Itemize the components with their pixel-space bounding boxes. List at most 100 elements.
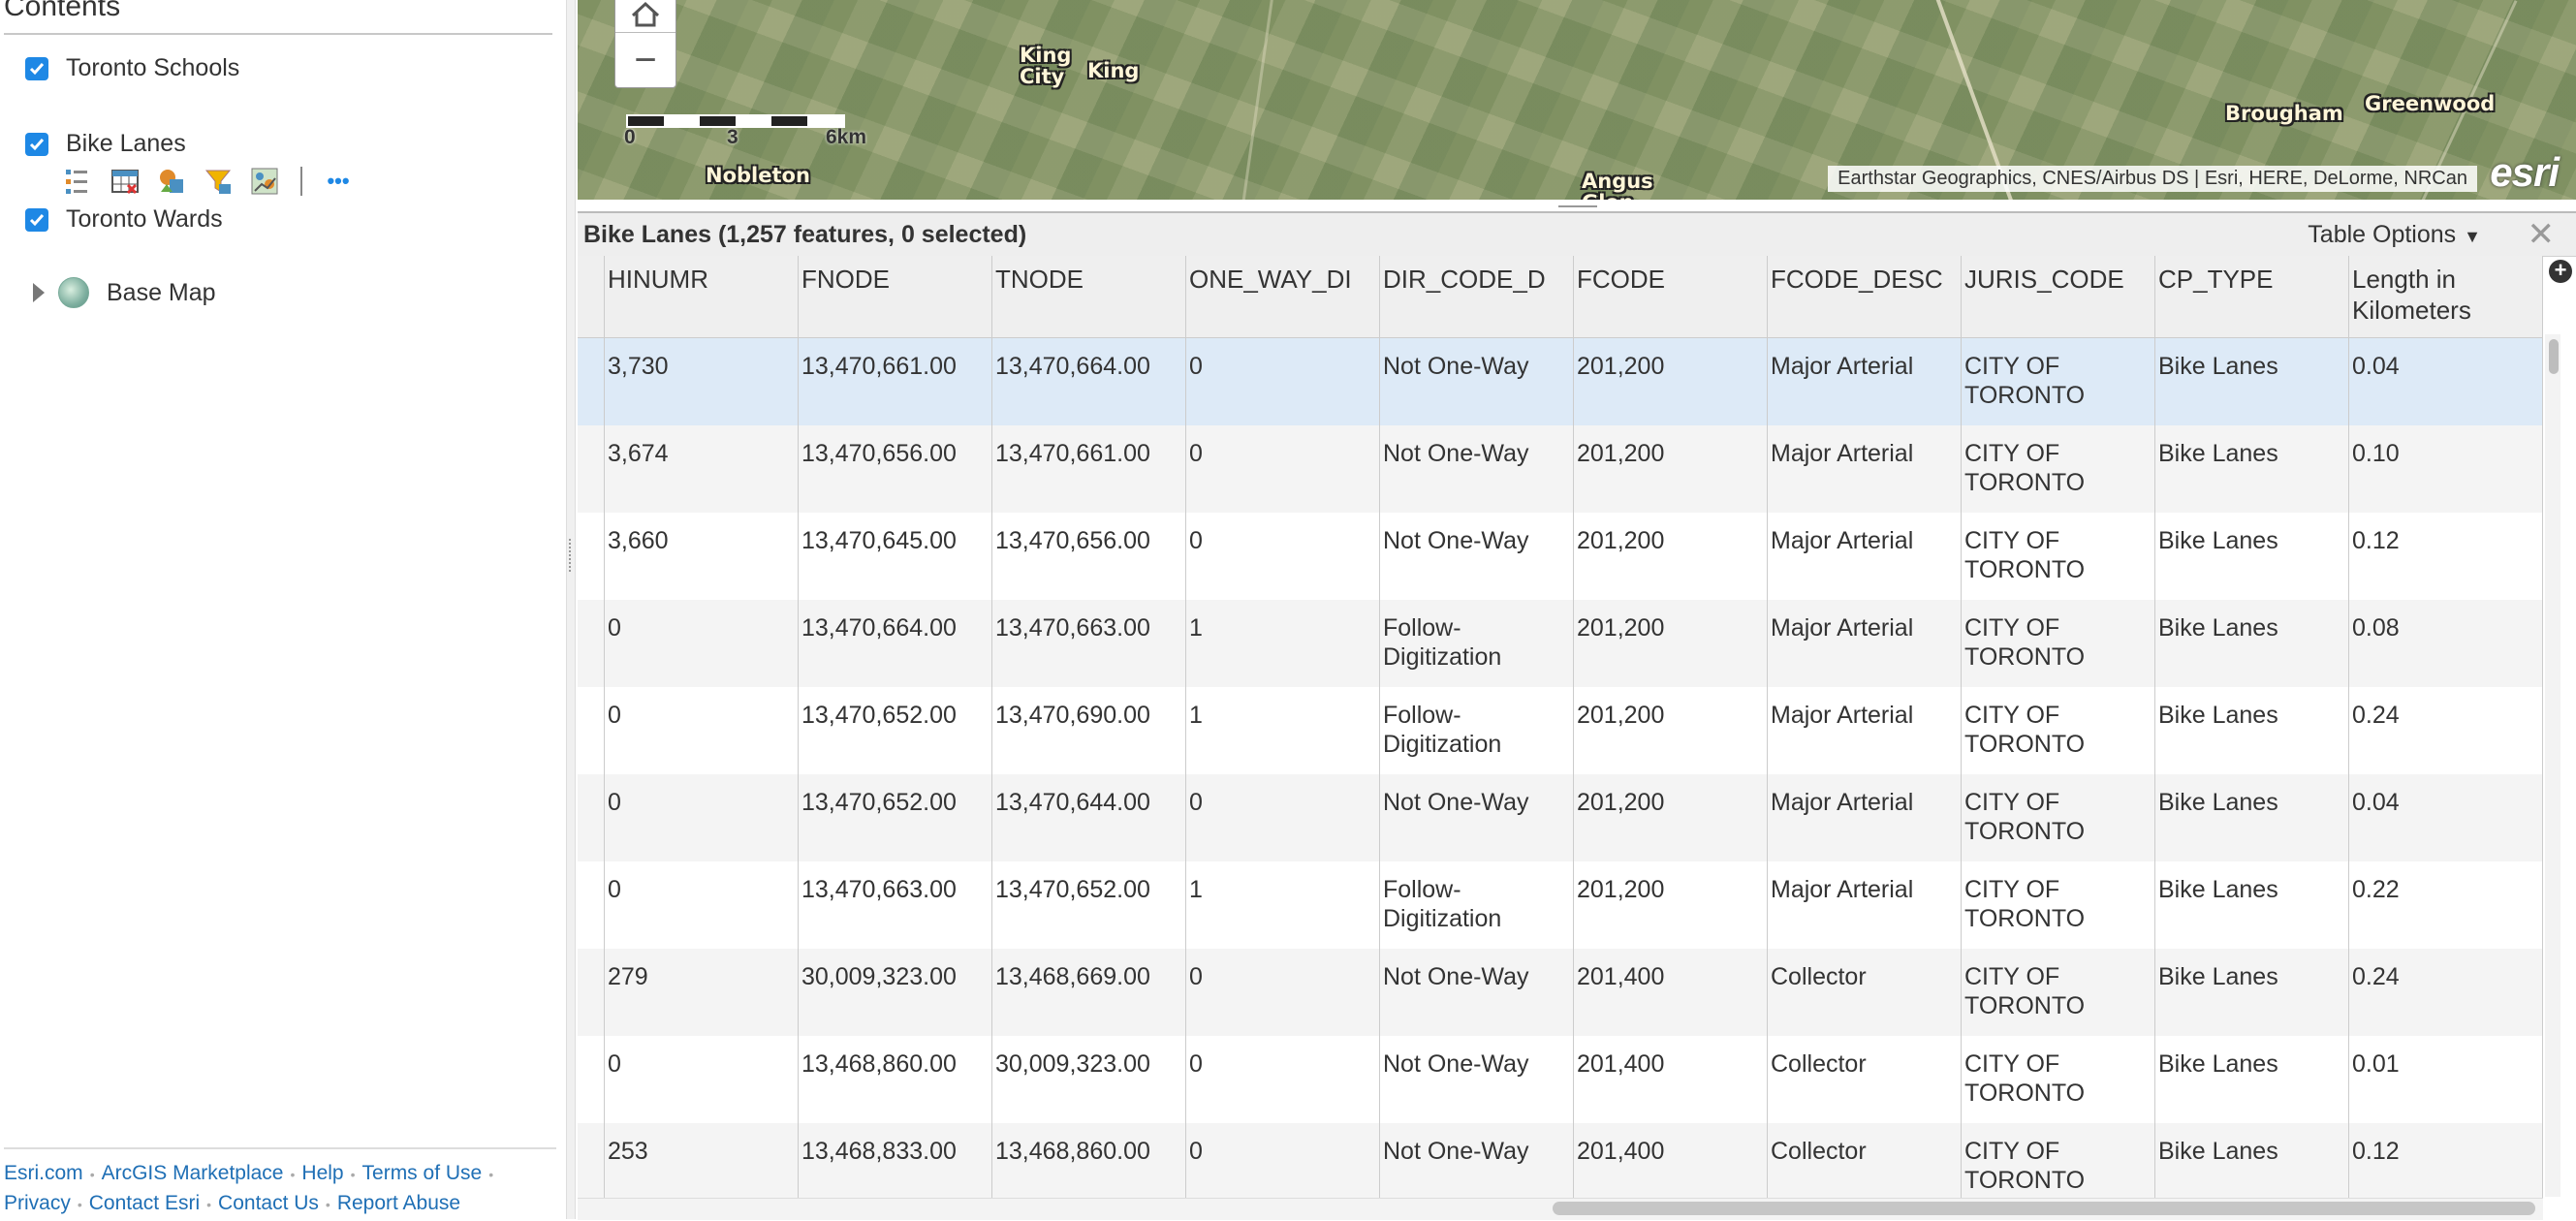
- table-cell[interactable]: 0: [605, 774, 799, 861]
- column-header[interactable]: Length in Kilometers: [2349, 256, 2543, 337]
- table-row[interactable]: 0 13,470,652.00 13,470,644.00 0 Not One-Way 2…: [578, 774, 2543, 861]
- footer-link-esri-com[interactable]: Esri.com: [4, 1162, 83, 1184]
- table-cell[interactable]: CITY OF TORONTO: [1962, 774, 2155, 861]
- column-header[interactable]: DIR_CODE_D: [1380, 256, 1574, 337]
- table-cell[interactable]: Collector: [1768, 949, 1962, 1036]
- table-cell[interactable]: 30,009,323.00: [992, 1036, 1186, 1123]
- table-row[interactable]: 0 13,468,860.00 30,009,323.00 0 Not One-Way 2…: [578, 1036, 2543, 1123]
- table-cell[interactable]: Not One-Way: [1380, 949, 1574, 1036]
- footer-link-marketplace[interactable]: ArcGIS Marketplace: [102, 1162, 284, 1184]
- table-cell[interactable]: Major Arterial: [1768, 774, 1962, 861]
- table-cell[interactable]: Bike Lanes: [2155, 861, 2349, 949]
- table-cell[interactable]: 3,730: [605, 338, 799, 425]
- table-cell[interactable]: 201,200: [1574, 774, 1768, 861]
- table-cell[interactable]: Bike Lanes: [2155, 513, 2349, 600]
- table-cell[interactable]: 13,468,860.00: [799, 1036, 992, 1123]
- table-cell[interactable]: 0.08: [2349, 600, 2543, 687]
- table-cell[interactable]: 0: [605, 861, 799, 949]
- table-cell[interactable]: 1: [1186, 687, 1380, 774]
- table-cell[interactable]: 201,200: [1574, 425, 1768, 513]
- expand-arrow-icon[interactable]: [33, 283, 45, 302]
- table-cell[interactable]: 0.22: [2349, 861, 2543, 949]
- table-cell[interactable]: 0.01: [2349, 1036, 2543, 1123]
- column-header[interactable]: FNODE: [799, 256, 992, 337]
- table-cell[interactable]: CITY OF TORONTO: [1962, 1036, 2155, 1123]
- table-cell[interactable]: 0.12: [2349, 513, 2543, 600]
- table-cell[interactable]: Bike Lanes: [2155, 425, 2349, 513]
- table-cell[interactable]: 0: [1186, 338, 1380, 425]
- layer-checkbox-bike-lanes[interactable]: [25, 132, 48, 156]
- table-row[interactable]: 3,660 13,470,645.00 13,470,656.00 0 Not One-…: [578, 513, 2543, 600]
- table-cell[interactable]: 13,470,645.00: [799, 513, 992, 600]
- table-row[interactable]: 3,674 13,470,656.00 13,470,661.00 0 Not One-…: [578, 425, 2543, 513]
- table-cell[interactable]: 0: [605, 600, 799, 687]
- table-cell[interactable]: 30,009,323.00: [799, 949, 992, 1036]
- analysis-icon[interactable]: [248, 165, 281, 198]
- table-cell[interactable]: 1: [1186, 600, 1380, 687]
- table-cell[interactable]: CITY OF TORONTO: [1962, 338, 2155, 425]
- column-header[interactable]: FCODE_DESC: [1768, 256, 1962, 337]
- table-cell[interactable]: Major Arterial: [1768, 600, 1962, 687]
- table-cell[interactable]: 3,674: [605, 425, 799, 513]
- table-cell[interactable]: 13,470,663.00: [992, 600, 1186, 687]
- table-row[interactable]: 0 13,470,663.00 13,470,652.00 1 Follow-Digit…: [578, 861, 2543, 949]
- table-cell[interactable]: 13,470,664.00: [992, 338, 1186, 425]
- table-cell[interactable]: 0.24: [2349, 949, 2543, 1036]
- table-cell[interactable]: Major Arterial: [1768, 513, 1962, 600]
- table-cell[interactable]: CITY OF TORONTO: [1962, 513, 2155, 600]
- table-cell[interactable]: Follow-Digitization: [1380, 687, 1574, 774]
- table-cell[interactable]: Major Arterial: [1768, 425, 1962, 513]
- footer-link-terms[interactable]: Terms of Use: [362, 1162, 483, 1184]
- footer-link-privacy[interactable]: Privacy: [4, 1192, 71, 1214]
- table-cell[interactable]: Not One-Way: [1380, 338, 1574, 425]
- table-row[interactable]: 0 13,470,652.00 13,470,690.00 1 Follow-Digit…: [578, 687, 2543, 774]
- vertical-scroll-thumb[interactable]: [2549, 339, 2559, 374]
- column-header[interactable]: TNODE: [992, 256, 1186, 337]
- table-cell[interactable]: Collector: [1768, 1036, 1962, 1123]
- table-row[interactable]: 279 30,009,323.00 13,468,669.00 0 Not One-Wa…: [578, 949, 2543, 1036]
- table-cell[interactable]: Not One-Way: [1380, 1036, 1574, 1123]
- table-cell[interactable]: CITY OF TORONTO: [1962, 600, 2155, 687]
- more-options-icon[interactable]: •••: [322, 165, 355, 198]
- layer-toronto-schools[interactable]: Toronto Schools: [25, 54, 239, 82]
- home-button[interactable]: [615, 0, 675, 33]
- table-cell[interactable]: Follow-Digitization: [1380, 600, 1574, 687]
- table-cell[interactable]: CITY OF TORONTO: [1962, 687, 2155, 774]
- add-column-icon[interactable]: +: [2549, 260, 2572, 283]
- table-cell[interactable]: Bike Lanes: [2155, 774, 2349, 861]
- table-cell[interactable]: 13,470,652.00: [799, 687, 992, 774]
- table-options-button[interactable]: Table Options ▼: [2308, 221, 2481, 249]
- table-cell[interactable]: 13,470,652.00: [992, 861, 1186, 949]
- splitter-grip-icon[interactable]: [569, 539, 573, 572]
- attribute-table-icon[interactable]: [109, 165, 141, 198]
- vertical-scrollbar[interactable]: [2545, 334, 2560, 1197]
- table-cell[interactable]: 0.24: [2349, 687, 2543, 774]
- table-cell[interactable]: 0.10: [2349, 425, 2543, 513]
- table-cell[interactable]: 13,470,664.00: [799, 600, 992, 687]
- table-cell[interactable]: 201,400: [1574, 949, 1768, 1036]
- table-cell[interactable]: 201,200: [1574, 600, 1768, 687]
- table-cell[interactable]: 0: [1186, 949, 1380, 1036]
- table-cell[interactable]: 201,200: [1574, 513, 1768, 600]
- table-row[interactable]: 0 13,470,664.00 13,470,663.00 1 Follow-Digit…: [578, 600, 2543, 687]
- table-cell[interactable]: Not One-Way: [1380, 425, 1574, 513]
- table-cell[interactable]: 0: [605, 687, 799, 774]
- table-cell[interactable]: 201,200: [1574, 338, 1768, 425]
- show-legend-icon[interactable]: [62, 165, 95, 198]
- footer-link-contact-us[interactable]: Contact Us: [218, 1192, 319, 1214]
- table-cell[interactable]: 201,400: [1574, 1036, 1768, 1123]
- table-cell[interactable]: 13,470,661.00: [992, 425, 1186, 513]
- table-cell[interactable]: 13,470,644.00: [992, 774, 1186, 861]
- table-cell[interactable]: Bike Lanes: [2155, 949, 2349, 1036]
- column-header[interactable]: ONE_WAY_DI: [1186, 256, 1380, 337]
- table-close-button[interactable]: ✕: [2528, 215, 2556, 254]
- table-cell[interactable]: 279: [605, 949, 799, 1036]
- table-cell[interactable]: 201,200: [1574, 687, 1768, 774]
- table-cell[interactable]: 1: [1186, 861, 1380, 949]
- horizontal-scroll-thumb[interactable]: [1553, 1202, 2535, 1215]
- table-cell[interactable]: Bike Lanes: [2155, 338, 2349, 425]
- table-cell[interactable]: 3,660: [605, 513, 799, 600]
- table-cell[interactable]: 13,470,656.00: [992, 513, 1186, 600]
- table-cell[interactable]: 13,470,652.00: [799, 774, 992, 861]
- table-cell[interactable]: 0: [1186, 1036, 1380, 1123]
